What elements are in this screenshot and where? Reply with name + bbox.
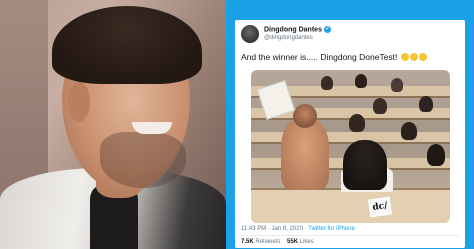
shirtless-student-head (293, 104, 317, 128)
likes-stat[interactable]: 55K Likes (287, 239, 314, 245)
rofl-emoji-icon (418, 53, 427, 61)
front-desk (251, 188, 450, 223)
rofl-emoji-icon (400, 53, 409, 61)
retweets-label: Retweets (255, 239, 281, 245)
student (373, 98, 387, 114)
student (321, 76, 333, 90)
rofl-emoji-icon (409, 53, 418, 61)
beard (100, 132, 186, 188)
student (349, 114, 365, 132)
ear (68, 82, 90, 122)
likes-count: 55K (287, 239, 299, 245)
verified-badge-icon: ✓ (323, 26, 331, 33)
tweet-card: Dingdong Dantes ✓ @dingdongdantes And the… (235, 20, 465, 248)
divider (241, 235, 459, 236)
answer-sheet: dc/ (367, 196, 393, 218)
retweets-count: 7.5K (241, 239, 254, 245)
tweet-meta: 11:43 PM · Jan 8, 2020 · Twitter for iPh… (241, 226, 355, 232)
tweet-text-content: And the winner is..... Dingdong DoneTest… (241, 52, 398, 62)
source-link[interactable]: Twitter for iPhone (308, 226, 355, 232)
smile (132, 122, 172, 134)
student (419, 96, 433, 112)
student (401, 122, 417, 140)
display-name[interactable]: Dingdong Dantes ✓ (264, 26, 331, 33)
stressed-student (343, 140, 387, 190)
tweet-stats: 7.5K Retweets 55K Likes (241, 239, 314, 245)
portrait-photo (0, 0, 226, 249)
student (391, 78, 403, 92)
shirtless-student (281, 118, 329, 190)
student (427, 144, 445, 166)
likes-label: Likes (299, 239, 314, 245)
retweets-stat[interactable]: 7.5K Retweets (241, 239, 280, 245)
display-name-text: Dingdong Dantes (264, 26, 322, 34)
tweet-photo[interactable]: dc/ (251, 70, 450, 223)
tweet-background: Dingdong Dantes ✓ @dingdongdantes And the… (226, 0, 474, 249)
student (355, 74, 367, 88)
timestamp[interactable]: 11:43 PM · Jan 8, 2020 · (241, 226, 307, 232)
avatar[interactable] (241, 25, 259, 43)
meme-composite: Dingdong Dantes ✓ @dingdongdantes And the… (0, 0, 474, 249)
tweet-text: And the winner is..... Dingdong DoneTest… (241, 52, 461, 62)
user-handle[interactable]: @dingdongdantes (264, 35, 313, 41)
hair (52, 6, 202, 84)
